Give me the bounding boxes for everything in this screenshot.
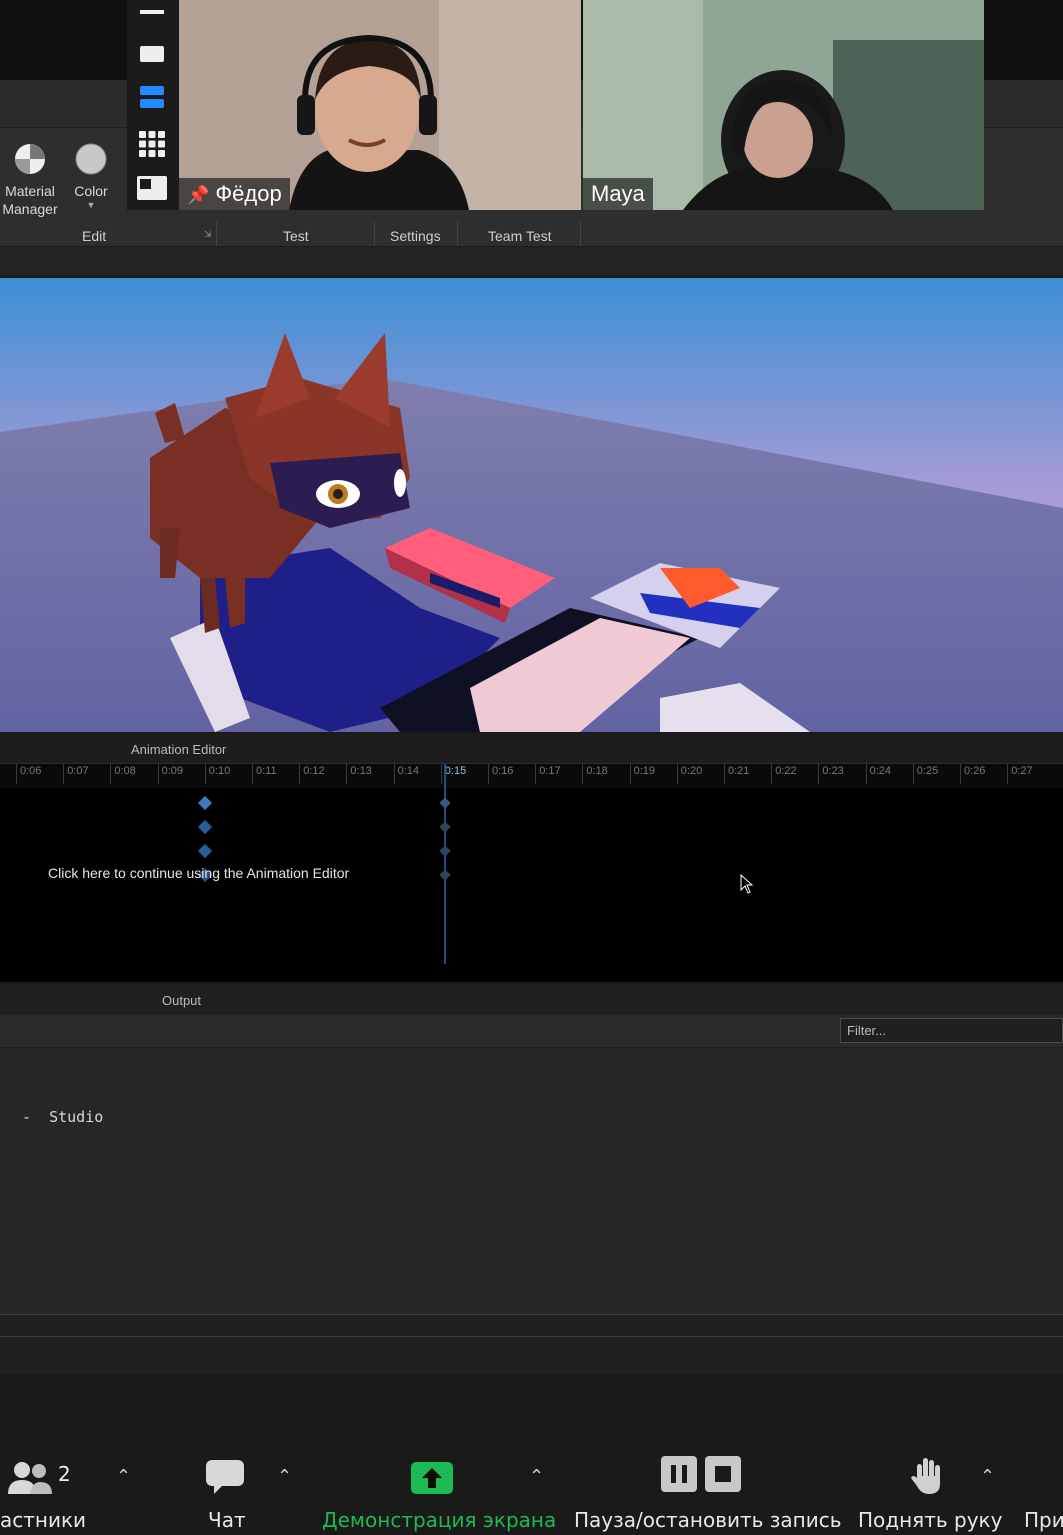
timeline-tick: 0:22 (771, 764, 797, 784)
participant-name: Фёдор (215, 181, 282, 206)
timeline-tick: 0:18 (582, 764, 608, 784)
output-panel: Output Filter... - Studio (0, 984, 1063, 1314)
pin-icon: 📌 (187, 185, 210, 205)
ribbon-bottom-bar (0, 246, 1063, 276)
ribbon-divider (216, 222, 217, 248)
ribbon-divider (457, 222, 458, 248)
participant-name-tag: Maya (583, 178, 653, 210)
zoom-meeting-toolbar: 2 астники ⌃ Чат ⌃ Демонстрация экрана ⌃ … (0, 1374, 1063, 1535)
timeline-tick: 0:14 (393, 764, 419, 784)
grid-icon (139, 131, 165, 157)
ribbon-group-test: Test (283, 228, 309, 244)
strip-view-icon[interactable] (140, 86, 164, 110)
continue-message[interactable]: Click here to continue using the Animati… (48, 865, 349, 881)
timeline-tick: 0:07 (63, 764, 89, 784)
expand-icon[interactable]: ⇲ (204, 230, 212, 240)
share-screen-button[interactable]: Демонстрация экрана (318, 1454, 556, 1534)
filter-input[interactable]: Filter... (840, 1018, 1063, 1043)
keyframe-marker[interactable] (197, 819, 213, 835)
participants-icon (8, 1462, 52, 1494)
recording-controls[interactable]: Пауза/остановить запись (572, 1454, 842, 1534)
chevron-up-icon[interactable]: ⌃ (980, 1466, 995, 1487)
timeline-tick: 0:06 (16, 764, 41, 784)
arrow-up-icon (422, 1468, 442, 1488)
keyframe-marker[interactable] (197, 795, 213, 811)
ribbon-group-team-test: Team Test (488, 228, 552, 244)
raise-hand-label: Поднять руку (858, 1508, 1003, 1532)
output-title: Output (162, 993, 202, 1008)
output-toolbar: Filter... (0, 1014, 1063, 1048)
share-screen-icon (411, 1462, 453, 1494)
video-tile-maya[interactable]: Maya (583, 0, 984, 210)
timeline-tick: 0:10 (204, 764, 230, 784)
participant-name: Maya (591, 181, 645, 206)
ribbon-divider (580, 222, 581, 248)
minimize-icon[interactable] (140, 10, 164, 14)
color-icon (75, 143, 107, 175)
keyframe-marker[interactable] (439, 797, 451, 809)
timeline-tick: 0:26 (960, 764, 985, 784)
timeline-tick: 0:17 (535, 764, 561, 784)
animation-editor-title: Animation Editor (131, 742, 227, 757)
pause-icon[interactable] (661, 1456, 697, 1492)
color-button[interactable]: Color ▼ (66, 142, 116, 210)
timeline-tick: 0:21 (724, 764, 749, 784)
chevron-down-icon: ▼ (86, 200, 96, 210)
timeline-tick: 0:08 (110, 764, 136, 784)
more-apps-label[interactable]: При (1024, 1508, 1063, 1532)
participant-name-tag: 📌 Фёдор (179, 178, 290, 210)
ribbon-group-settings: Settings (390, 228, 441, 244)
keyframe-marker[interactable] (439, 845, 451, 857)
output-header: Output (0, 984, 1063, 1014)
chat-icon (206, 1460, 244, 1494)
chat-label: Чат (208, 1508, 246, 1532)
chat-button[interactable]: Чат (200, 1454, 260, 1534)
timeline-tick: 0:13 (346, 764, 372, 784)
animation-editor-panel[interactable]: Animation Editor 0:06 0:07 0:08 0:09 0:10 0:1… (0, 734, 1063, 982)
share-screen-label: Демонстрация экрана (322, 1508, 557, 1532)
mouse-cursor-icon (740, 874, 754, 894)
timeline-tick: 0:20 (676, 764, 702, 784)
record-label: Пауза/остановить запись (574, 1508, 842, 1532)
3d-viewport[interactable] (0, 278, 1063, 732)
participants-label: астники (0, 1508, 87, 1532)
scene-render (0, 278, 1063, 732)
studio-status-strip (0, 1314, 1063, 1374)
single-view-icon[interactable] (140, 46, 164, 62)
animation-editor-header: Animation Editor (0, 734, 1063, 764)
video-tile-fedor[interactable]: 📌 Фёдор (179, 0, 581, 210)
keyframe-marker[interactable] (439, 869, 451, 881)
timeline-ruler[interactable]: 0:06 0:07 0:08 0:09 0:10 0:11 0:12 0:13 0:14 0:15… (0, 764, 1063, 788)
timeline-tick: 0:11 (252, 764, 277, 784)
gallery-view-icon[interactable] (139, 131, 165, 157)
timeline-tick: 0:27 (1007, 764, 1033, 784)
timeline-tick: 0:12 (299, 764, 325, 784)
chevron-up-icon[interactable]: ⌃ (277, 1466, 292, 1487)
timeline-tick: 0:25 (912, 764, 938, 784)
chevron-up-icon[interactable]: ⌃ (116, 1466, 131, 1487)
speaker-view-icon[interactable] (137, 176, 167, 200)
color-label: Color (74, 183, 108, 199)
timeline-tick: 0:09 (157, 764, 183, 784)
playhead[interactable] (444, 764, 446, 964)
ribbon-divider (374, 222, 375, 248)
keyframe-marker[interactable] (439, 821, 451, 833)
keyframe-marker[interactable] (197, 843, 213, 859)
material-manager-icon (15, 144, 45, 174)
timeline-tick: 0:16 (488, 764, 513, 784)
timeline-tick: 0:23 (818, 764, 844, 784)
timeline-tick: 0:19 (629, 764, 655, 784)
stop-icon[interactable] (705, 1456, 741, 1492)
layout-icon (137, 176, 167, 200)
participants-button[interactable]: 2 астники (0, 1454, 110, 1534)
chevron-up-icon[interactable]: ⌃ (529, 1466, 544, 1487)
ribbon-group-edit: Edit (82, 228, 107, 244)
timeline-tick: 0:24 (865, 764, 891, 784)
material-manager-button[interactable]: Material Manager (0, 142, 60, 218)
divider (0, 1336, 1063, 1337)
output-log-line: - Studio (22, 1108, 104, 1126)
hand-icon (911, 1458, 940, 1494)
material-manager-label: Material Manager (2, 183, 58, 217)
participants-count: 2 (58, 1462, 71, 1486)
